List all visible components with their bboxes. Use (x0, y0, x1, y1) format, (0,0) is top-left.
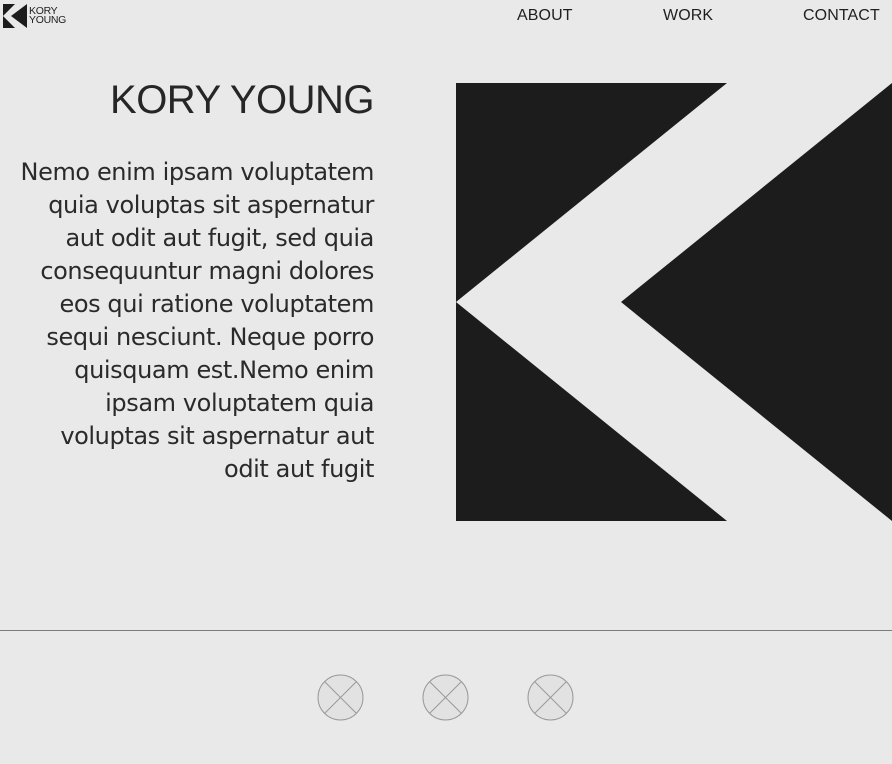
logo-text: KORY YOUNG (29, 6, 67, 26)
image-placeholder-icon[interactable] (317, 674, 364, 721)
hero-body-text: Nemo enim ipsam voluptatem quia voluptas… (20, 158, 375, 483)
k-logo-mark-icon (456, 83, 892, 521)
image-placeholder-icon[interactable] (422, 674, 469, 721)
logo-link[interactable]: KORY YOUNG (3, 4, 66, 28)
image-placeholder-icon[interactable] (527, 674, 574, 721)
nav-work-link[interactable]: WORK (663, 7, 713, 25)
hero-title: KORY YOUNG (110, 78, 374, 122)
nav-about-link[interactable]: ABOUT (517, 7, 573, 25)
k-logo-mark-icon (3, 4, 27, 28)
nav-contact-link[interactable]: CONTACT (803, 7, 880, 25)
section-divider (0, 630, 892, 631)
logo-line-2: YOUNG (29, 14, 67, 26)
